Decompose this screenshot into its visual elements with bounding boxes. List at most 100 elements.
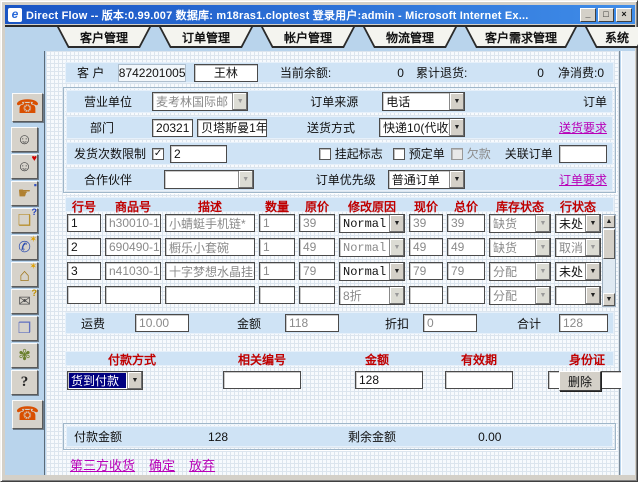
desc-field[interactable] (165, 286, 255, 304)
tab-customer-demand-mgmt[interactable]: 客户需求管理 (465, 27, 577, 48)
page-scrollbar-track[interactable] (621, 51, 635, 475)
scroll-down-icon[interactable]: ▼ (603, 293, 615, 306)
line-status-select[interactable]: 未处▼ (555, 262, 601, 281)
department-label: 部门 (90, 119, 114, 136)
delete-button[interactable]: 删除 (559, 371, 601, 391)
third-party-receive-link[interactable]: 第三方收货 (70, 455, 135, 474)
debt-checkbox (451, 148, 463, 160)
minimize-button[interactable]: _ (580, 8, 596, 22)
preorder-checkbox[interactable] (393, 148, 405, 160)
line-no-field[interactable] (67, 286, 101, 304)
department-desc-field[interactable]: 贝塔斯曼1年内已 (197, 119, 267, 137)
ship-limit-field[interactable]: 2 (170, 145, 227, 163)
chevron-down-icon: ▼ (535, 263, 550, 280)
qty-field[interactable] (259, 286, 295, 304)
home-visit-icon[interactable]: ⌂✶ (11, 262, 38, 287)
customer-band: 客 户 8742201005 王林 当前余额: 0 累计退货: 0 净消费: 0 (65, 62, 614, 83)
chevron-down-icon: ▼ (127, 372, 142, 389)
call-center-phone-icon[interactable]: ☎ (12, 93, 43, 122)
orig-price-field: 79 (299, 262, 335, 280)
business-unit-row: 营业单位 麦考林国际邮▼ 订单来源 电话▼ 订单 (66, 90, 613, 113)
tab-label: 系统 (605, 29, 629, 46)
related-order-label: 关联订单 (505, 145, 553, 162)
payment-expiry-field[interactable] (445, 371, 513, 389)
col-header-desc: 描述 (165, 198, 255, 215)
stock-status-select: 缺货▼ (489, 238, 551, 257)
customer-id-field[interactable]: 8742201005 (118, 64, 186, 82)
chevron-down-icon: ▼ (535, 287, 550, 304)
tab-customer-mgmt[interactable]: 客户管理 (57, 27, 151, 48)
orig-price-field[interactable] (299, 286, 335, 304)
modify-reason-select: 8折▼ (339, 286, 405, 305)
payment-header-band: 付款方式 相关编号 金额 有效期 身份证 (65, 351, 614, 366)
close-button[interactable]: × (616, 8, 632, 22)
partner-select: ▼ (164, 170, 254, 189)
order-source-label: 订单来源 (310, 93, 358, 110)
balance-label: 当前余额: (280, 64, 331, 81)
scroll-up-icon[interactable]: ▲ (603, 215, 615, 228)
window-title: Direct Flow -- 版本:0.99.007 数据库: m18ras1.… (26, 7, 576, 23)
product-row: 2 690490-1 橱乐小套碗 1 49 Normal▼ 49 49 缺货▼ … (65, 238, 614, 259)
confirm-link[interactable]: 确定 (149, 455, 175, 474)
col-header-status: 行状态 (555, 198, 601, 215)
related-order-field[interactable] (559, 145, 607, 163)
customer-name-field[interactable]: 王林 (194, 64, 258, 82)
line-status-select[interactable]: 未处▼ (555, 214, 601, 233)
department-code-field[interactable]: 20321 (152, 119, 193, 137)
paid-amount-value: 128 (208, 430, 228, 444)
shipping-requirements-link[interactable]: 送货要求 (559, 119, 607, 136)
tab-system[interactable]: 系统 (585, 27, 638, 48)
tab-logistics-mgmt[interactable]: 物流管理 (363, 27, 457, 48)
hold-flag-checkbox[interactable] (319, 148, 331, 160)
abandon-link[interactable]: 放弃 (189, 455, 215, 474)
chevron-down-icon: ▼ (389, 239, 404, 256)
gift-inquiry-icon[interactable]: ❑? (11, 208, 38, 233)
orig-price-field: 39 (299, 214, 335, 232)
priority-select[interactable]: 普通订单▼ (388, 170, 465, 189)
col-header-sku: 商品号 (105, 198, 161, 215)
stock-cards-icon[interactable]: ❒ (11, 316, 38, 341)
table-scrollbar[interactable]: ▲ ▼ (602, 214, 616, 307)
line-status-select[interactable]: ▼ (555, 286, 601, 305)
phone-call-star-icon[interactable]: ✆✶ (11, 235, 38, 260)
chevron-down-icon: ▼ (585, 215, 600, 232)
chevron-down-icon: ▼ (389, 287, 404, 304)
product-row: 1 h30010-1 小蜻蜓手机链* 1 39 Normal▼ 39 39 缺货… (65, 214, 614, 235)
order-requirements-link[interactable]: 订单要求 (559, 171, 607, 188)
stock-status-select: 分配▼ (489, 286, 551, 305)
operator-face-icon[interactable]: ☺ (11, 127, 38, 152)
payment-ref-field[interactable] (223, 371, 301, 389)
tab-account-mgmt[interactable]: 帐户管理 (261, 27, 355, 48)
order-source-select[interactable]: 电话▼ (382, 92, 465, 111)
partner-row: 合作伙伴 ▼ 订单优先级 普通订单▼ 订单要求 (66, 168, 613, 191)
mail-inquiry-icon[interactable]: ✉? (11, 289, 38, 314)
shipping-method-select[interactable]: 快递10(代收)▼ (379, 118, 465, 137)
plant-icon[interactable]: ✾ (11, 343, 38, 368)
price-field[interactable] (409, 286, 443, 304)
scrollbar-thumb[interactable] (603, 229, 615, 259)
maximize-button[interactable]: □ (598, 8, 614, 22)
payment-method-select[interactable]: 货到付款▼ (67, 371, 143, 390)
total-field[interactable] (447, 286, 485, 304)
phone-bottom-icon[interactable]: ☎ (12, 400, 43, 429)
modify-reason-select[interactable]: Normal▼ (339, 262, 405, 281)
payment-amount-field[interactable]: 128 (355, 371, 423, 389)
priority-label: 订单优先级 (316, 171, 376, 188)
delivery-hand-icon[interactable]: ☛▪ (11, 181, 38, 206)
tab-order-mgmt[interactable]: 订单管理 (159, 27, 253, 48)
line-no-field: 1 (67, 214, 101, 232)
member-heart-icon[interactable]: ☺♥ (11, 154, 38, 179)
tab-label: 帐户管理 (284, 29, 332, 46)
modify-reason-select[interactable]: Normal▼ (339, 214, 405, 233)
help-icon[interactable]: ? (11, 370, 38, 395)
qty-field: 1 (259, 262, 295, 280)
product-row-empty: 8折▼ 分配▼ ▼ (65, 286, 614, 307)
line-no-field: 2 (67, 238, 101, 256)
chevron-down-icon: ▼ (449, 119, 464, 136)
sku-field[interactable] (105, 286, 161, 304)
col-header-price: 现价 (409, 198, 443, 215)
sku-field: 690490-1 (105, 238, 161, 256)
sku-field: h30010-1 (105, 214, 161, 232)
net-value: 0 (597, 66, 604, 80)
ship-limit-checkbox[interactable]: ✓ (152, 148, 164, 160)
